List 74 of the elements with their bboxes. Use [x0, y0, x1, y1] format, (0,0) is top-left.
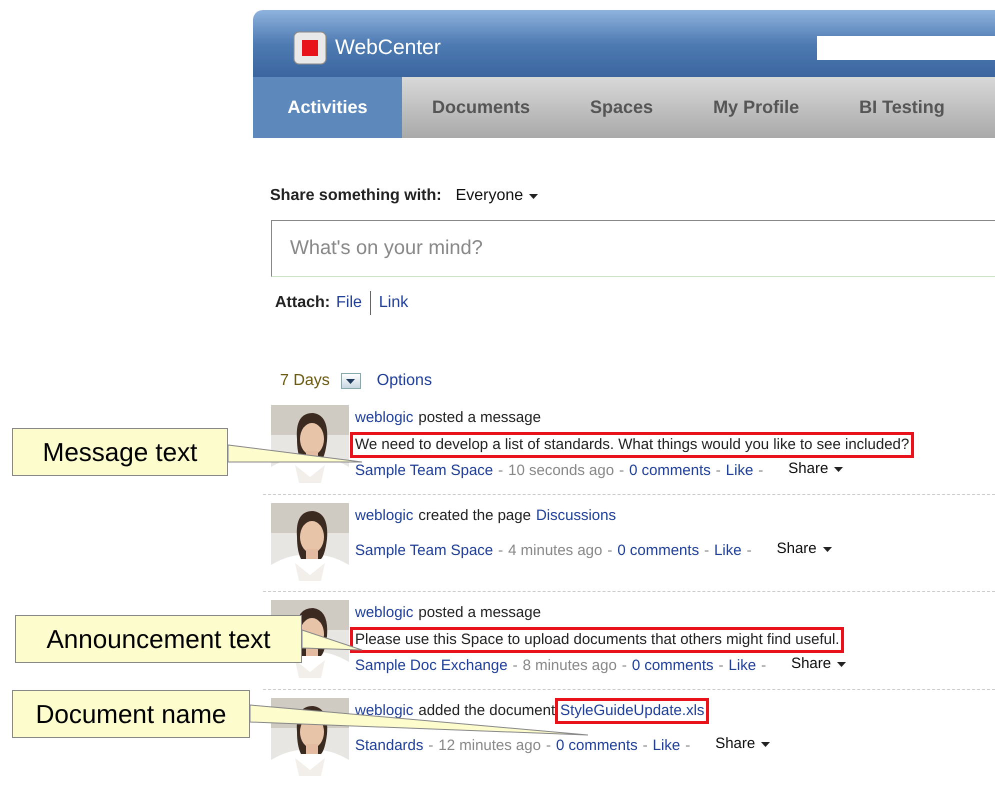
attach-label: Attach:: [275, 293, 330, 313]
nav-tab[interactable]: My Profile: [683, 77, 830, 138]
share-menu-button[interactable]: Share: [788, 459, 844, 479]
activity-text: created the page: [418, 506, 531, 526]
separator-text: -: [619, 461, 624, 481]
caret-icon: [837, 662, 846, 666]
callout-label: Document name: [12, 690, 250, 738]
caret-icon: [834, 466, 844, 472]
user-link[interactable]: weblogic: [355, 408, 414, 428]
timestamp: 4 minutes ago: [508, 541, 602, 561]
app-title: WebCenter: [335, 34, 441, 61]
separator-text: -: [498, 461, 504, 481]
space-link[interactable]: Sample Team Space: [355, 461, 494, 481]
timestamp: 10 seconds ago: [508, 461, 614, 481]
comments-link[interactable]: 0 comments: [629, 461, 711, 481]
like-link[interactable]: Like: [728, 656, 756, 676]
comments-link[interactable]: 0 comments: [556, 736, 638, 756]
logo-icon: [293, 30, 327, 65]
share-menu-button[interactable]: Share: [715, 734, 770, 754]
caret-icon: [822, 546, 832, 552]
separator-text: -: [704, 541, 710, 561]
caret-icon: [529, 194, 538, 199]
separator-text: -: [622, 656, 627, 676]
space-link[interactable]: Sample Team Space: [355, 541, 494, 561]
activity-text: posted a message: [418, 603, 541, 623]
document-link[interactable]: StyleGuideUpdate.xls: [555, 698, 710, 724]
share-label: Share something with:: [270, 186, 442, 206]
separator-text: -: [685, 736, 690, 756]
period-dropdown-button[interactable]: [340, 373, 361, 389]
space-link[interactable]: Sample Doc Exchange: [355, 656, 508, 676]
callout-label: Announcement text: [15, 615, 302, 663]
separator-text: -: [642, 736, 648, 756]
separator-text: -: [546, 736, 551, 756]
activity-text: posted a message: [418, 408, 541, 428]
nav-tab[interactable]: Activities: [253, 77, 402, 138]
user-link[interactable]: weblogic: [355, 603, 414, 623]
user-link[interactable]: weblogic: [355, 701, 414, 721]
user-link[interactable]: weblogic: [355, 506, 414, 526]
status-input[interactable]: What's on your mind?: [271, 220, 995, 277]
callout-label: Message text: [12, 428, 228, 476]
attach-link[interactable]: Link: [370, 291, 408, 315]
like-link[interactable]: Like: [714, 541, 742, 561]
comments-link[interactable]: 0 comments: [617, 541, 700, 561]
comments-link[interactable]: 0 comments: [632, 656, 714, 676]
attach-link[interactable]: File: [336, 291, 362, 315]
audience-dropdown[interactable]: Everyone: [456, 184, 538, 208]
nav-tab[interactable]: Spaces: [560, 77, 684, 138]
separator-text: -: [746, 541, 752, 561]
like-link[interactable]: Like: [726, 461, 754, 481]
separator-text: -: [428, 736, 434, 756]
message-text: We need to develop a list of standards. What things would you like to see included?: [350, 432, 914, 458]
share-menu-button[interactable]: Share: [776, 539, 832, 559]
separator-text: -: [718, 656, 724, 676]
separator-text: -: [716, 461, 721, 481]
separator-text: -: [498, 541, 504, 561]
like-link[interactable]: Like: [652, 736, 680, 756]
document-link[interactable]: Discussions: [536, 506, 616, 526]
timestamp: 12 minutes ago: [438, 736, 541, 756]
period-filter: 7 Days: [280, 371, 330, 391]
search-field[interactable]: [817, 36, 995, 60]
activity-text: added the document: [418, 701, 556, 721]
space-link[interactable]: Standards: [355, 736, 424, 756]
separator-text: -: [607, 541, 612, 561]
share-menu-button[interactable]: Share: [791, 654, 846, 674]
separator-text: -: [758, 461, 764, 481]
separator-text: -: [761, 656, 766, 676]
caret-icon: [761, 742, 770, 746]
message-text: Please use this Space to upload documents that others might find useful.: [350, 626, 844, 652]
separator-text: -: [512, 656, 518, 676]
options-link[interactable]: Options: [376, 369, 432, 393]
nav-tab[interactable]: BI Testing: [829, 77, 975, 138]
nav-tab[interactable]: Documents: [402, 77, 560, 138]
timestamp: 8 minutes ago: [522, 656, 617, 676]
caret-icon: [346, 378, 356, 384]
